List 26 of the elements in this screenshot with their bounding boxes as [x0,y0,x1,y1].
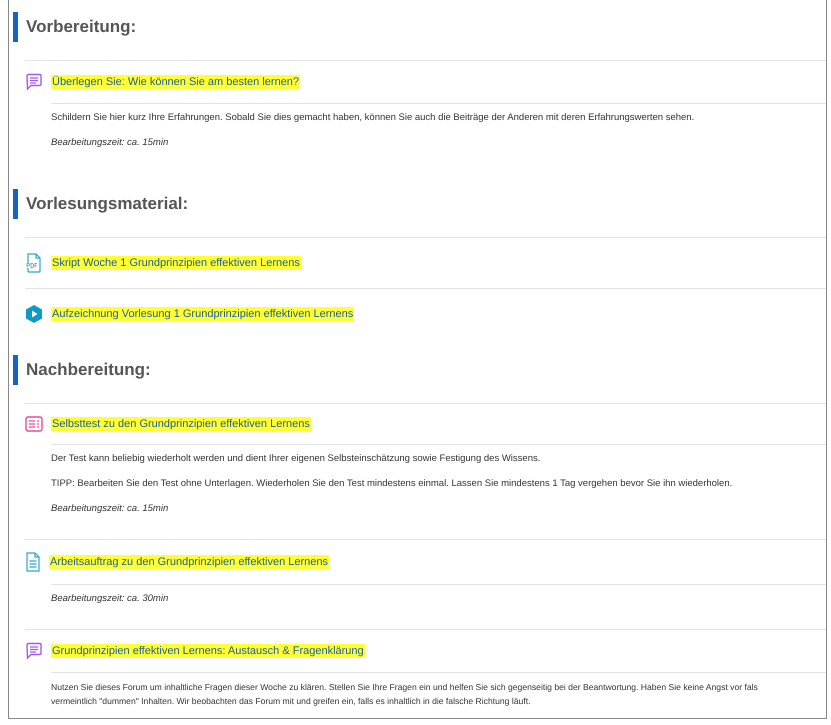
activity-link[interactable]: Aufzeichnung Vorlesung 1 Grundprinzipien effektiven Lernens [51,307,354,321]
speech-bubble-icon [25,642,43,660]
accent-bar [13,12,18,42]
accent-bar [13,189,18,219]
description-text: TIPP: Bearbeiten Sie den Test ohne Unterlagen. Wiederholen Sie den Test mindestens einmal. Lassen Sie mindestens 1 Tag vergehen bevor Sie ihn wiederholen. [51,478,734,490]
activity-link[interactable]: Überlegen Sie: Wie können Sie am besten lernen? [51,75,300,89]
time-estimate: Bearbeitungszeit: ca. 15min [51,137,170,149]
speech-bubble-icon [25,73,43,91]
document-icon [25,552,41,572]
accent-bar [13,355,18,385]
activity-link[interactable]: Arbeitsauftrag zu den Grundprinzipien effektiven Lernens [49,555,330,569]
activity-link[interactable]: Skript Woche 1 Grundprinzipien effektiven Lernens [51,256,301,270]
play-icon [25,304,43,324]
activity-link[interactable]: Grundprinzipien effektiven Lernens: Austausch & Fragenklärung [51,644,365,658]
section-heading: Vorlesungsmaterial: [26,193,188,216]
checklist-icon [25,416,43,432]
section-heading: Vorbereitung: [26,16,136,38]
description-text: Schildern Sie hier kurz Ihre Erfahrungen. Sobald Sie dies gemacht haben, können Sie auch die Beiträge der Anderen mit deren Erfahrungswerten sehen. [51,112,696,124]
time-estimate: Bearbeitungszeit: ca. 30min [51,593,170,605]
description-text: Der Test kann beliebig wiederholt werden und dient Ihrer eigenen Selbsteinschätzung sowie Festigung des Wissens. [51,453,542,465]
time-estimate: Bearbeitungszeit: ca. 15min [51,503,170,515]
activity-link[interactable]: Selbsttest zu den Grundprinzipien effektiven Lernens [51,417,311,431]
pdf-file-icon [25,253,43,273]
description-text: Nutzen Sie dieses Forum um inhaltliche Fragen dieser Woche zu klären. Stellen Sie Ihre Fragen ein und helfen Sie sich gegenseitig bei der Beantwortung. Haben Sie keine Angst vor fals [51,681,758,693]
description-text: vermeintlich "dummen" Inhalten. Wir beobachten das Forum mit und greifen ein, falls es inhaltlich in die falsche Richtung läuft. [51,695,530,707]
section-heading: Nachbereitung: [26,359,151,382]
